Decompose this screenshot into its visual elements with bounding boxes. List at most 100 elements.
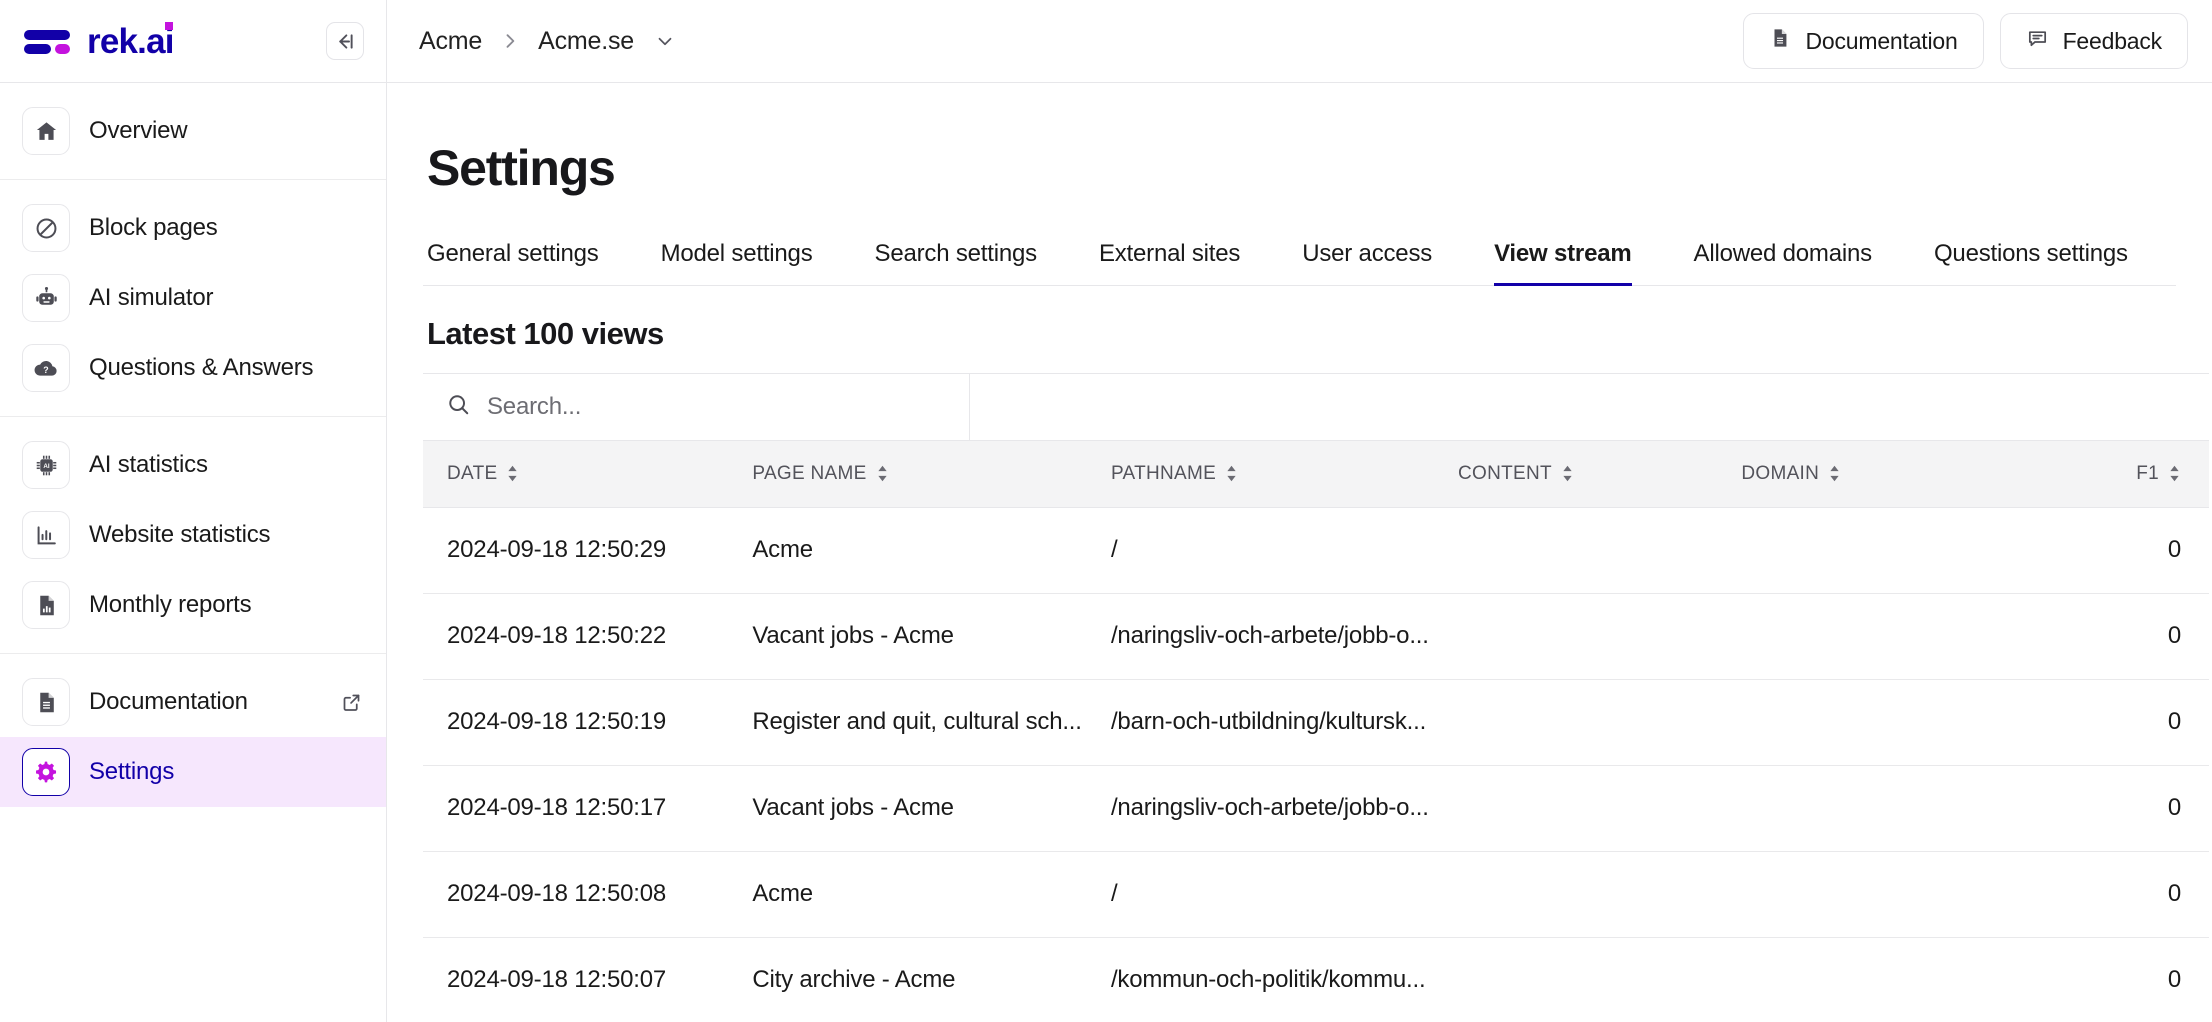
block-icon (22, 204, 70, 252)
breadcrumb-item-org[interactable]: Acme (419, 27, 482, 56)
table-row[interactable]: 2024-09-18 12:50:22 Vacant jobs - Acme /… (423, 593, 2209, 680)
tab-questions-settings[interactable]: Questions settings (1934, 240, 2128, 286)
table-row[interactable]: 2024-09-18 12:50:19 Register and quit, c… (423, 679, 2209, 766)
cell-f1: 0 (2000, 937, 2209, 1022)
sidebar-item-website-statistics[interactable]: Website statistics (0, 500, 386, 570)
external-link-icon (341, 692, 362, 713)
cell-date: 2024-09-18 12:50:19 (423, 679, 729, 766)
cell-domain (1717, 679, 2001, 766)
sort-icon (1828, 465, 1841, 482)
sort-icon (876, 465, 889, 482)
column-header-content[interactable]: CONTENT (1433, 441, 1718, 508)
cell-domain (1717, 765, 2001, 852)
cell-page-name: Acme (728, 507, 1087, 594)
column-header-page-name[interactable]: PAGE NAME (728, 441, 1087, 508)
page-content: Settings General settings Model settings… (387, 83, 2212, 1022)
rekai-logo-mark (24, 25, 70, 57)
feedback-button[interactable]: Feedback (1999, 13, 2188, 69)
cell-f1: 0 (2000, 593, 2209, 680)
collapse-sidebar-icon[interactable] (326, 22, 364, 60)
chevron-down-icon[interactable] (654, 30, 676, 52)
column-header-f1[interactable]: F1 (2000, 441, 2209, 508)
sidebar-item-ai-statistics[interactable]: AI AI statistics (0, 430, 386, 500)
cell-content (1433, 765, 1718, 852)
cell-page-name: Vacant jobs - Acme (728, 765, 1087, 852)
table-search-row (423, 373, 2209, 441)
breadcrumb-item-site[interactable]: Acme.se (538, 27, 634, 56)
cell-pathname: /naringsliv-och-arbete/jobb-o... (1086, 765, 1434, 852)
sidebar-item-questions-answers[interactable]: ? Questions & Answers (0, 333, 386, 403)
column-header-label: F1 (2136, 462, 2159, 484)
column-header-domain[interactable]: DOMAIN (1717, 441, 2001, 508)
column-header-pathname[interactable]: PATHNAME (1086, 441, 1434, 508)
cell-f1: 0 (2000, 765, 2209, 852)
sort-icon (2168, 465, 2181, 482)
table-head: DATE PAGE NAME PATHNAME CONTENT DOMAIN F… (423, 441, 2209, 508)
sidebar-item-label: Documentation (89, 688, 248, 715)
tab-external-sites[interactable]: External sites (1099, 240, 1240, 286)
cell-date: 2024-09-18 12:50:08 (423, 851, 729, 938)
nav-group: Block pages AI simulator ? Questions & A… (0, 179, 386, 416)
sidebar-item-documentation[interactable]: Documentation (0, 667, 386, 737)
column-header-label: DATE (447, 462, 498, 484)
tab-general-settings[interactable]: General settings (427, 240, 599, 286)
cell-pathname: / (1086, 507, 1434, 594)
sidebar-item-label: Website statistics (89, 521, 271, 548)
cell-f1: 0 (2000, 851, 2209, 938)
document-icon (1769, 27, 1791, 55)
table-row[interactable]: 2024-09-18 12:50:17 Vacant jobs - Acme /… (423, 765, 2209, 852)
chat-bubble-icon (2026, 27, 2049, 56)
robot-icon (22, 274, 70, 322)
topbar-actions: Documentation Feedback (1743, 13, 2188, 69)
cell-content (1433, 507, 1718, 594)
cell-date: 2024-09-18 12:50:07 (423, 937, 729, 1022)
sidebar-item-monthly-reports[interactable]: Monthly reports (0, 570, 386, 640)
sidebar-item-overview[interactable]: Overview (0, 96, 386, 166)
cell-domain (1717, 937, 2001, 1022)
sidebar-item-label: Questions & Answers (89, 354, 314, 381)
table-row[interactable]: 2024-09-18 12:50:07 City archive - Acme … (423, 937, 2209, 1022)
home-icon (22, 107, 70, 155)
report-document-icon (22, 581, 70, 629)
search-input[interactable] (487, 393, 969, 421)
column-header-label: DOMAIN (1741, 462, 1820, 484)
document-icon (22, 678, 70, 726)
sort-icon (1225, 465, 1238, 482)
tab-allowed-domains[interactable]: Allowed domains (1694, 240, 1873, 286)
tab-model-settings[interactable]: Model settings (661, 240, 813, 286)
cell-content (1433, 937, 1718, 1022)
cell-page-name: Acme (728, 851, 1087, 938)
search-row-filler (970, 374, 2209, 440)
table-body: 2024-09-18 12:50:29 Acme / 0 2024-09-18 … (423, 507, 2209, 1022)
table-row[interactable]: 2024-09-18 12:50:08 Acme / 0 (423, 851, 2209, 938)
sidebar-item-label: AI statistics (89, 451, 208, 478)
cell-pathname: /naringsliv-och-arbete/jobb-o... (1086, 593, 1434, 680)
tab-view-stream[interactable]: View stream (1494, 240, 1632, 286)
table-row[interactable]: 2024-09-18 12:50:29 Acme / 0 (423, 507, 2209, 594)
tab-user-access[interactable]: User access (1302, 240, 1432, 286)
nav-group: Overview (0, 83, 386, 179)
sidebar: rek.ai Overview Block pages AI simulator… (0, 0, 387, 1022)
ai-chip-icon: AI (22, 441, 70, 489)
cell-domain (1717, 593, 2001, 680)
cell-page-name: City archive - Acme (728, 937, 1087, 1022)
cell-date: 2024-09-18 12:50:17 (423, 765, 729, 852)
cell-date: 2024-09-18 12:50:29 (423, 507, 729, 594)
tab-search-settings[interactable]: Search settings (875, 240, 1038, 286)
cell-pathname: / (1086, 851, 1434, 938)
sort-icon (506, 465, 519, 482)
brand-logo[interactable]: rek.ai (24, 21, 174, 59)
main-area: Acme Acme.se Documentation Feedback Sett… (387, 0, 2212, 1022)
cell-page-name: Vacant jobs - Acme (728, 593, 1087, 680)
sidebar-item-label: Block pages (89, 214, 218, 241)
sidebar-item-settings[interactable]: Settings (0, 737, 386, 807)
column-header-date[interactable]: DATE (423, 441, 729, 508)
cell-content (1433, 593, 1718, 680)
nav-group: AI AI statistics Website statistics Mont… (0, 416, 386, 653)
sidebar-item-ai-simulator[interactable]: AI simulator (0, 263, 386, 333)
nav-group: Documentation Settings (0, 653, 386, 820)
breadcrumb: Acme Acme.se (419, 27, 676, 56)
documentation-button[interactable]: Documentation (1743, 13, 1984, 69)
cell-domain (1717, 507, 2001, 594)
sidebar-item-block-pages[interactable]: Block pages (0, 193, 386, 263)
